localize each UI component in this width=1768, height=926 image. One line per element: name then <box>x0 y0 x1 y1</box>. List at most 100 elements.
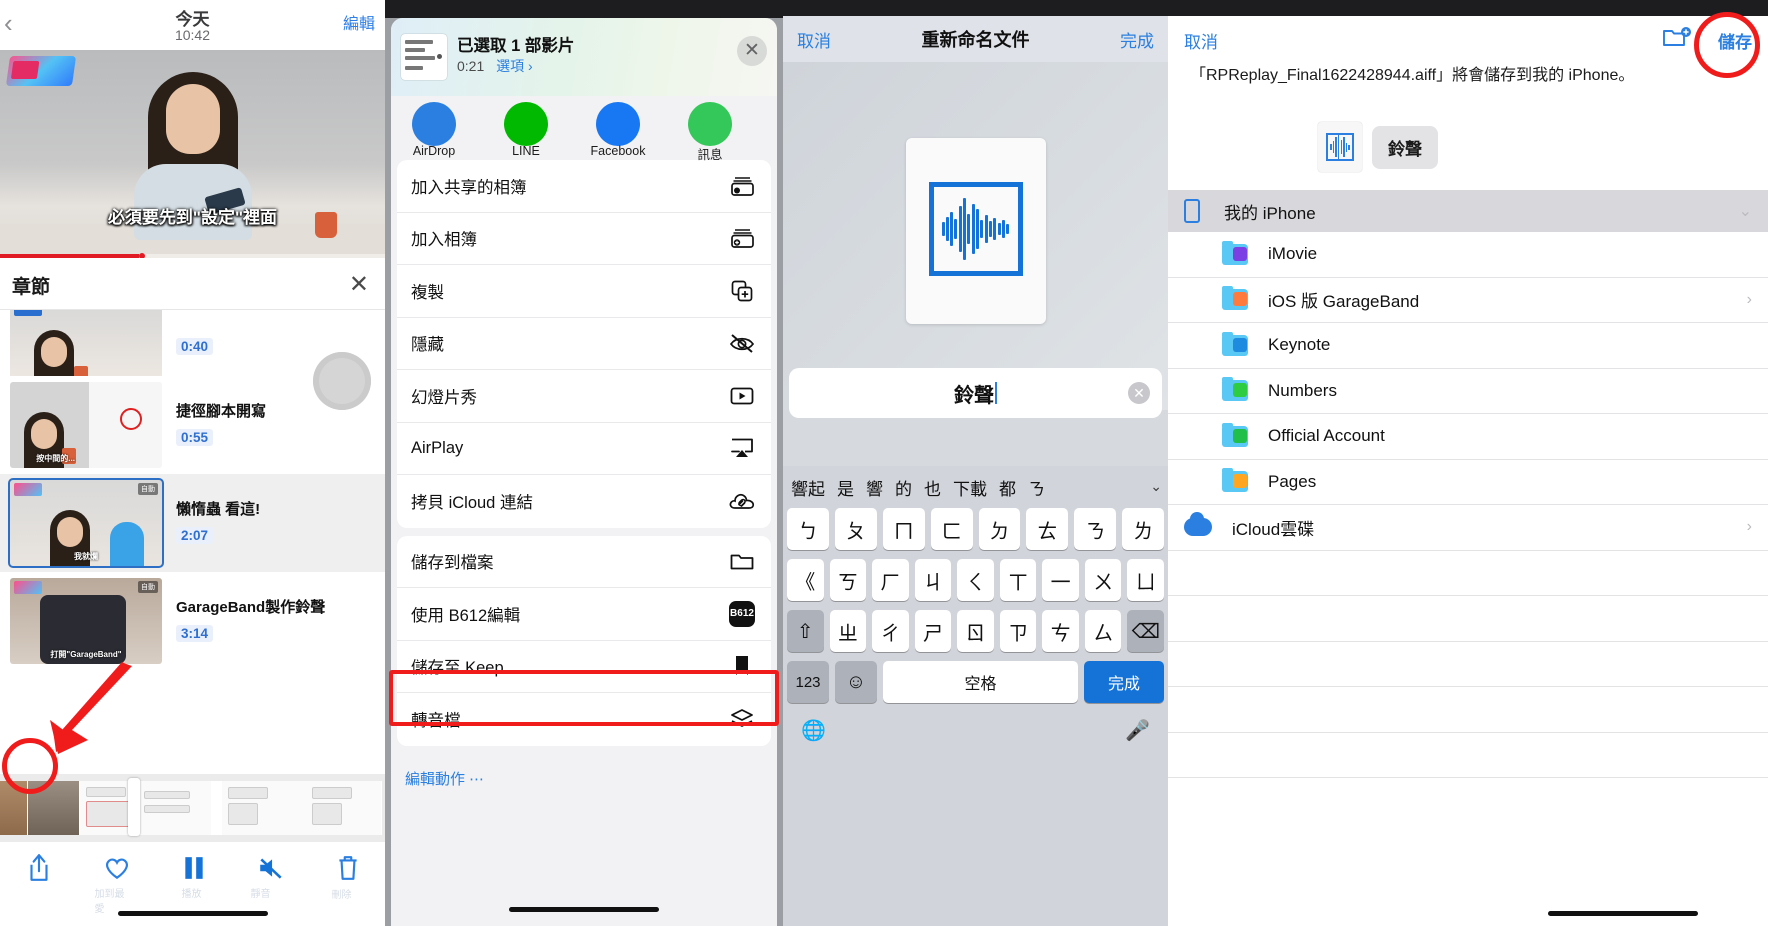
edit-actions-button[interactable]: 編輯動作 ⋯ <box>391 754 777 803</box>
prediction-item[interactable]: 都 <box>999 475 1016 500</box>
trash-icon[interactable]: 刪除 <box>332 854 360 901</box>
folder-row-official-account[interactable]: Official Account <box>1168 414 1768 460</box>
edit-button[interactable]: 編輯 <box>343 10 375 34</box>
key[interactable]: ㄕ <box>914 610 952 652</box>
prediction-item[interactable]: 也 <box>924 475 941 500</box>
key[interactable]: ㄐ <box>914 559 952 601</box>
scrubber-knob[interactable] <box>313 352 371 410</box>
photos-navbar: ‹ 今天 10:42 編輯 <box>0 0 385 50</box>
folder-row-pages[interactable]: Pages <box>1168 460 1768 505</box>
list-item[interactable]: 自動 打開"GarageBand" GarageBand製作鈴聲 3:14 <box>0 572 385 670</box>
menu-item-edit-b612[interactable]: 使用 B612編輯 B612 <box>397 588 771 641</box>
key[interactable]: ㄇ <box>882 508 925 550</box>
prediction-item[interactable]: ㄋ <box>1028 475 1045 500</box>
emoji-key[interactable]: ☺ <box>835 661 877 703</box>
key[interactable]: ㄉ <box>978 508 1021 550</box>
menu-item-shared-album[interactable]: 加入共享的相簿 <box>397 160 771 213</box>
folder-row-garageband[interactable]: iOS 版 GarageBand › <box>1168 278 1768 323</box>
folder-row-imovie[interactable]: iMovie <box>1168 232 1768 278</box>
menu-item-hide[interactable]: 隱藏 <box>397 318 771 370</box>
new-folder-icon[interactable] <box>1662 26 1692 55</box>
location-label: 我的 iPhone <box>1224 203 1316 223</box>
key[interactable]: ㄔ <box>872 610 909 652</box>
prediction-item[interactable]: 的 <box>895 475 912 500</box>
folder-row-numbers[interactable]: Numbers <box>1168 369 1768 414</box>
menu-item-slideshow[interactable]: 幻燈片秀 <box>397 370 771 423</box>
key[interactable]: ㄋ <box>1074 508 1117 550</box>
key[interactable]: ㄙ <box>1084 610 1122 652</box>
key[interactable]: 《 <box>786 559 824 601</box>
key[interactable]: ㄖ <box>957 610 994 652</box>
clear-field-icon[interactable]: ✕ <box>1128 382 1150 404</box>
thumb-caption: 我就爛 <box>74 552 98 561</box>
filename-input[interactable]: 鈴聲 ✕ <box>789 368 1162 418</box>
numbers-key[interactable]: 123 <box>787 661 829 703</box>
key[interactable]: ㄈ <box>930 508 973 550</box>
pause-icon[interactable]: 播放 <box>182 855 206 900</box>
chapter-thumbnail: 自動 打開"GarageBand" <box>10 578 162 664</box>
close-icon[interactable]: ✕ <box>737 36 767 66</box>
share-target-messages[interactable]: 訊息 <box>667 102 753 162</box>
prediction-bar: 響起 是 響 的 也 下載 都 ㄋ ⌄ <box>783 466 1168 508</box>
folder-row-keynote[interactable]: Keynote <box>1168 323 1768 369</box>
key[interactable]: ㄒ <box>999 559 1037 601</box>
iphone-icon <box>1184 199 1200 223</box>
menu-item-copy-icloud-link[interactable]: 拷貝 iCloud 連結 <box>397 475 771 528</box>
microphone-icon[interactable]: 🎤 <box>1125 718 1150 743</box>
space-key[interactable]: 空格 <box>883 661 1078 703</box>
keyboard-row-3: ⇧ ㄓ ㄔ ㄕ ㄖ ㄗ ㄘ ㄙ ⌫ <box>786 610 1165 652</box>
key[interactable]: ㄓ <box>829 610 867 652</box>
filename-value: 鈴聲 <box>954 384 994 407</box>
key[interactable]: ㄌ <box>1122 508 1164 550</box>
key[interactable]: ㄘ <box>1042 610 1079 652</box>
prediction-item[interactable]: 響起 <box>791 475 825 500</box>
key[interactable]: ㄨ <box>1084 559 1122 601</box>
location-icloud-drive[interactable]: iCloud雲碟 › <box>1168 505 1768 551</box>
menu-item-duplicate[interactable]: 複製 <box>397 265 771 318</box>
chapter-time: 0:55 <box>176 429 214 446</box>
menu-item-airplay[interactable]: AirPlay <box>397 423 771 475</box>
page-title: 重新命名文件 <box>921 30 1030 50</box>
menu-item-add-album[interactable]: 加入相簿 <box>397 213 771 265</box>
key[interactable]: ㄗ <box>999 610 1037 652</box>
backspace-key[interactable]: ⌫ <box>1127 610 1165 652</box>
close-icon[interactable]: ✕ <box>349 270 369 299</box>
key[interactable]: ㄩ <box>1127 559 1165 601</box>
key[interactable]: ㄊ <box>1026 508 1069 550</box>
key[interactable]: ㄆ <box>834 508 877 550</box>
prediction-item[interactable]: 響 <box>866 475 883 500</box>
key[interactable]: ㄎ <box>829 559 867 601</box>
share-target-facebook[interactable]: Facebook <box>575 102 661 158</box>
share-target-airdrop[interactable]: AirDrop <box>391 102 477 158</box>
list-item[interactable]: 自動 我就爛 懶惰蟲 看這! 2:07 <box>0 474 385 572</box>
cancel-button[interactable]: 取消 <box>1184 28 1218 53</box>
list-spacer <box>1168 642 1768 687</box>
film-strip[interactable] <box>0 774 385 842</box>
shift-key[interactable]: ⇧ <box>786 610 824 652</box>
chapter-name: GarageBand製作鈴聲 <box>176 599 326 616</box>
heart-icon[interactable]: 加到最愛 <box>95 855 131 915</box>
menu-item-save-to-files[interactable]: 儲存到檔案 <box>397 536 771 588</box>
key[interactable]: ㄑ <box>957 559 994 601</box>
chevron-right-icon[interactable]: › <box>1747 291 1752 309</box>
prediction-item[interactable]: 下載 <box>953 475 987 500</box>
enter-key[interactable]: 完成 <box>1084 661 1164 703</box>
share-target-line[interactable]: LINE <box>483 102 569 158</box>
chevron-down-icon[interactable]: ⌄ <box>1739 201 1752 221</box>
location-my-iphone[interactable]: 我的 iPhone ⌄ <box>1168 190 1768 232</box>
key[interactable]: ㄅ <box>787 508 829 550</box>
share-icon[interactable] <box>26 853 52 888</box>
b612-icon: B612 <box>727 600 757 627</box>
key[interactable]: ㄏ <box>872 559 909 601</box>
chevron-down-icon[interactable]: ⌄ <box>1150 478 1162 495</box>
channel-logo <box>5 56 77 86</box>
prediction-item[interactable]: 是 <box>837 475 854 500</box>
globe-icon[interactable]: 🌐 <box>801 718 826 743</box>
video-preview[interactable]: 必須要先到"設定"裡面 <box>0 50 385 258</box>
cancel-button[interactable]: 取消 <box>797 27 831 52</box>
key[interactable]: 一 <box>1042 559 1079 601</box>
options-link[interactable]: 選項 › <box>496 58 533 74</box>
mute-icon[interactable]: 靜音 <box>251 855 285 900</box>
chevron-right-icon[interactable]: › <box>1747 518 1752 536</box>
done-button[interactable]: 完成 <box>1120 27 1154 52</box>
